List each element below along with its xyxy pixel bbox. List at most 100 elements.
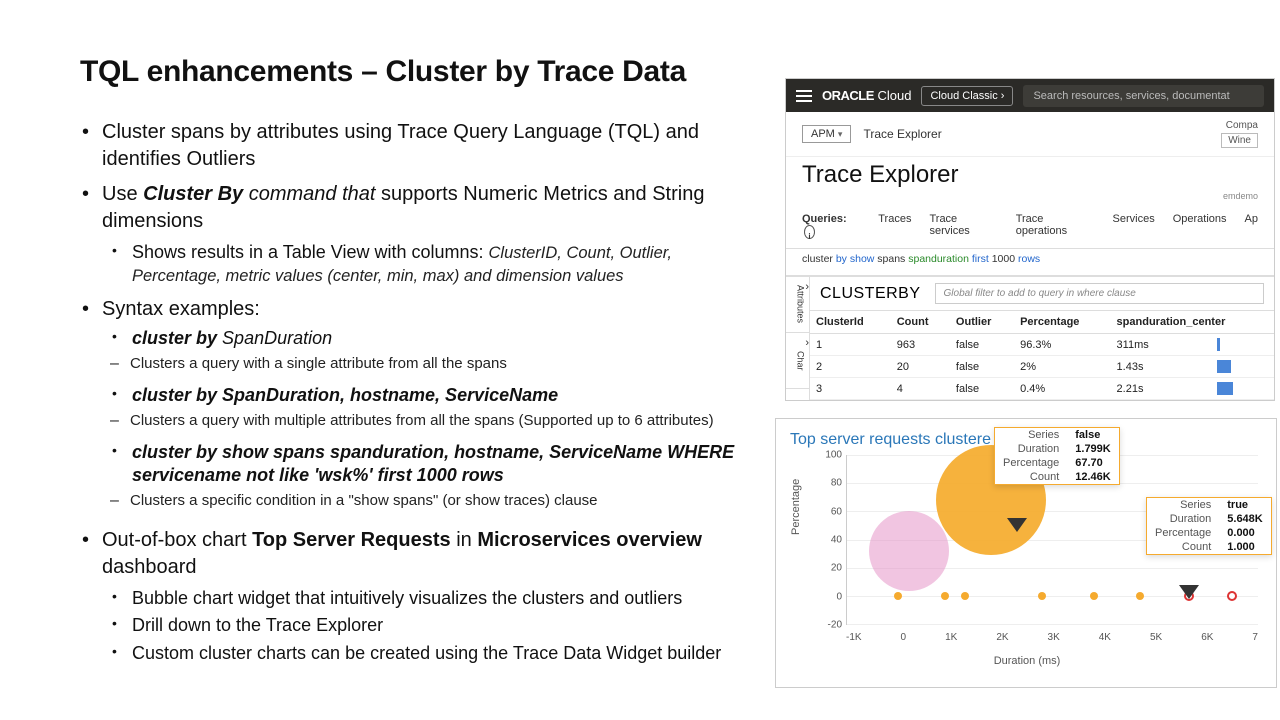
tooltip-value: 67.70 xyxy=(1067,456,1118,470)
cloud-classic-button[interactable]: Cloud Classic › xyxy=(921,86,1013,106)
col-center[interactable]: spanduration_center xyxy=(1111,311,1274,334)
clusterby-label: CLUSTERBY xyxy=(820,285,921,303)
bullet-4-sub-3: Custom cluster charts can be created usi… xyxy=(102,642,765,665)
tooltip-value: false xyxy=(1067,428,1118,442)
chart-point[interactable] xyxy=(1090,592,1098,600)
slide-title: TQL enhancements – Cluster by Trace Data xyxy=(80,55,765,89)
trace-explorer-screenshot: ORACLE Cloud Cloud Classic › Search reso… xyxy=(785,78,1275,401)
tooltip-series-false: Seriesfalse Duration1.799K Percentage67.… xyxy=(994,427,1120,485)
query-editor[interactable]: cluster by show spans spanduration first… xyxy=(786,249,1274,276)
bubble-chart-screenshot: Top server requests clustere Percentage … xyxy=(775,418,1277,688)
tab-trace-operations[interactable]: Trace operations xyxy=(1016,207,1095,248)
value: Wine xyxy=(1221,133,1258,148)
chart-point[interactable] xyxy=(1038,592,1046,600)
y-axis: 100806040200-20 xyxy=(820,455,844,625)
oracle-logo: ORACLE Cloud xyxy=(822,88,911,103)
tooltip-series-true: Seriestrue Duration5.648K Percentage0.00… xyxy=(1146,497,1272,555)
syntax-3-desc: Clusters a specific condition in a "show… xyxy=(102,491,765,511)
chevron-right-icon: › xyxy=(805,281,809,293)
text: dashboard xyxy=(102,556,197,578)
bullet-1: Cluster spans by attributes using Trace … xyxy=(80,119,765,173)
breadcrumb[interactable]: Trace Explorer xyxy=(863,127,941,141)
code-arg: SpanDuration xyxy=(222,328,332,348)
col-percentage[interactable]: Percentage xyxy=(1014,311,1110,334)
label: Compa xyxy=(1226,120,1258,131)
rail-label: Attributes xyxy=(795,285,805,323)
button-label: Cloud Classic xyxy=(930,90,1000,102)
text: Shows results in a Table View with colum… xyxy=(132,242,489,262)
tooltip-value: true xyxy=(1219,498,1270,512)
col-clusterid[interactable]: ClusterId xyxy=(810,311,891,334)
side-rails: › Attributes › Char xyxy=(786,277,810,400)
tooltip-pointer-icon xyxy=(1007,518,1027,532)
logo-text: ORACLE xyxy=(822,88,874,103)
syntax-2: cluster by SpanDuration, hostname, Servi… xyxy=(102,384,765,407)
tab-operations[interactable]: Operations xyxy=(1173,207,1227,248)
query-tabs: Queries: i Traces Trace services Trace o… xyxy=(786,207,1274,249)
tooltip-value: 1.000 xyxy=(1219,540,1270,554)
text: Syntax examples: xyxy=(102,298,260,320)
chart-point[interactable] xyxy=(869,511,949,591)
tab-app[interactable]: Ap xyxy=(1245,207,1258,248)
chevron-down-icon: ▾ xyxy=(838,129,843,139)
bullet-4: Out-of-box chart Top Server Requests in … xyxy=(80,527,765,665)
screenshot-column: ORACLE Cloud Cloud Classic › Search reso… xyxy=(775,0,1280,720)
compartment-picker[interactable]: Compa Wine xyxy=(1221,120,1258,148)
chart-point[interactable] xyxy=(941,592,949,600)
query-keyword: first xyxy=(969,253,992,265)
text: Use xyxy=(102,183,143,205)
query-text: cluster xyxy=(802,253,836,265)
page-title: Trace Explorer xyxy=(786,157,1274,191)
results-area: › Attributes › Char CLUSTERBY Global fil… xyxy=(786,276,1274,400)
query-text: 1000 xyxy=(992,253,1018,265)
query-keyword: by show xyxy=(836,253,875,265)
chart-point[interactable] xyxy=(894,592,902,600)
syntax-2-desc: Clusters a query with multiple attribute… xyxy=(102,411,765,431)
rail-chart[interactable]: › Char xyxy=(786,333,809,389)
text: in xyxy=(456,529,477,551)
text: Out-of-box chart xyxy=(102,529,252,551)
cluster-main: CLUSTERBY Global filter to add to query … xyxy=(810,277,1274,400)
text-italic: command that xyxy=(249,183,381,205)
tab-queries[interactable]: Queries: i xyxy=(802,207,860,248)
tooltip-value: 0.000 xyxy=(1219,526,1270,540)
code: cluster by xyxy=(132,328,222,348)
logo-text-light: Cloud xyxy=(874,88,912,103)
chart-point[interactable] xyxy=(1227,591,1237,601)
syntax-3: cluster by show spans spanduration, host… xyxy=(102,441,765,488)
text-bold: Top Server Requests xyxy=(252,529,456,551)
table-row[interactable]: 220false2%1.43s xyxy=(810,356,1274,378)
col-count[interactable]: Count xyxy=(891,311,950,334)
apm-dropdown[interactable]: APM ▾ xyxy=(802,125,851,143)
chart-point[interactable] xyxy=(1136,592,1144,600)
table-row[interactable]: 1963false96.3%311ms xyxy=(810,334,1274,356)
query-keyword: rows xyxy=(1018,253,1040,265)
cloud-header: ORACLE Cloud Cloud Classic › Search reso… xyxy=(786,79,1274,112)
chart-point[interactable] xyxy=(961,592,969,600)
dropdown-label: APM xyxy=(811,128,835,140)
hamburger-icon[interactable] xyxy=(796,90,812,102)
slide-root: TQL enhancements – Cluster by Trace Data… xyxy=(0,0,1280,720)
chart-canvas: Percentage 100806040200-20 -1K01K2K3K4K5… xyxy=(790,455,1264,655)
tab-services[interactable]: Services xyxy=(1113,207,1155,248)
table-row[interactable]: 34false0.4%2.21s xyxy=(810,378,1274,400)
clusterby-header: CLUSTERBY Global filter to add to query … xyxy=(810,277,1274,311)
text-bold-italic: Cluster By xyxy=(143,183,249,205)
tab-traces[interactable]: Traces xyxy=(878,207,911,248)
syntax-1-desc: Clusters a query with a single attribute… xyxy=(102,354,765,374)
code: cluster by show spans spanduration, host… xyxy=(132,442,734,485)
global-filter-input[interactable]: Global filter to add to query in where c… xyxy=(935,283,1264,304)
bullet-4-sub-1: Bubble chart widget that intuitively vis… xyxy=(102,587,765,610)
text-column: TQL enhancements – Cluster by Trace Data… xyxy=(0,0,775,720)
tab-trace-services[interactable]: Trace services xyxy=(929,207,997,248)
col-outlier[interactable]: Outlier xyxy=(950,311,1014,334)
global-search-input[interactable]: Search resources, services, documentat xyxy=(1023,85,1264,107)
tooltip-value: 1.799K xyxy=(1067,442,1118,456)
query-field: spanduration xyxy=(908,253,969,265)
bullet-4-sub-2: Drill down to the Trace Explorer xyxy=(102,614,765,637)
info-icon[interactable]: i xyxy=(804,225,815,239)
x-axis-label: Duration (ms) xyxy=(790,655,1264,667)
apm-bar: APM ▾ Trace Explorer Compa Wine xyxy=(786,112,1274,157)
syntax-1: cluster by SpanDuration xyxy=(102,327,765,350)
rail-attributes[interactable]: › Attributes xyxy=(786,277,809,333)
